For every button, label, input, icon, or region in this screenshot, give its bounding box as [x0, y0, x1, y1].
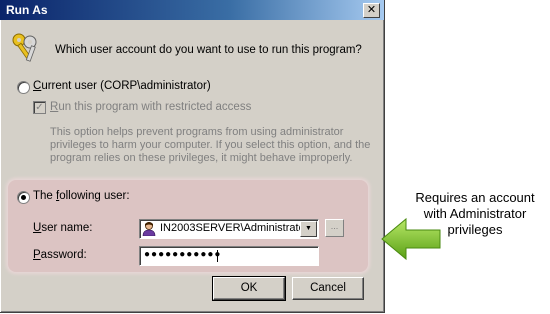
username-value: IN2003SERVER\Administrator: [160, 222, 300, 234]
browse-button[interactable]: ...: [325, 219, 344, 237]
username-combobox[interactable]: IN2003SERVER\Administrator ▼: [139, 219, 319, 239]
dialog-title: Run As: [6, 3, 48, 17]
password-value: ●●●●●●●●●●●: [144, 249, 222, 260]
run-as-dialog: Run As ✕ Which user account do you want …: [0, 0, 385, 313]
following-user-radio[interactable]: [17, 191, 30, 204]
restricted-access-label: Run this program with restricted access: [50, 101, 252, 113]
text-caret: [217, 250, 218, 262]
keys-icon: [12, 33, 37, 62]
ok-button[interactable]: OK: [212, 276, 286, 301]
title-bar[interactable]: Run As ✕: [0, 0, 384, 20]
user-icon: [142, 222, 156, 236]
restricted-help-text: This option helps prevent programs from …: [50, 126, 371, 164]
chevron-down-icon[interactable]: ▼: [300, 221, 317, 237]
question-text: Which user account do you want to use to…: [55, 44, 362, 56]
close-button[interactable]: ✕: [363, 3, 380, 18]
current-user-radio[interactable]: [17, 81, 30, 94]
cancel-button[interactable]: Cancel: [292, 277, 364, 300]
following-user-label[interactable]: The following user:: [33, 190, 130, 202]
annotation-line-2: with Administrator: [423, 206, 527, 221]
username-label: User name:: [33, 222, 93, 234]
current-user-label[interactable]: Current user (CORP\administrator): [33, 80, 211, 92]
annotation-line-1: Requires an account: [415, 190, 535, 205]
restricted-access-checkbox[interactable]: ✓: [33, 101, 46, 114]
password-field[interactable]: ●●●●●●●●●●●: [139, 246, 319, 266]
annotation-text: Requires an account with Administrator p…: [400, 190, 550, 238]
password-label: Password:: [33, 249, 87, 261]
annotation-line-3: privileges: [447, 222, 503, 237]
